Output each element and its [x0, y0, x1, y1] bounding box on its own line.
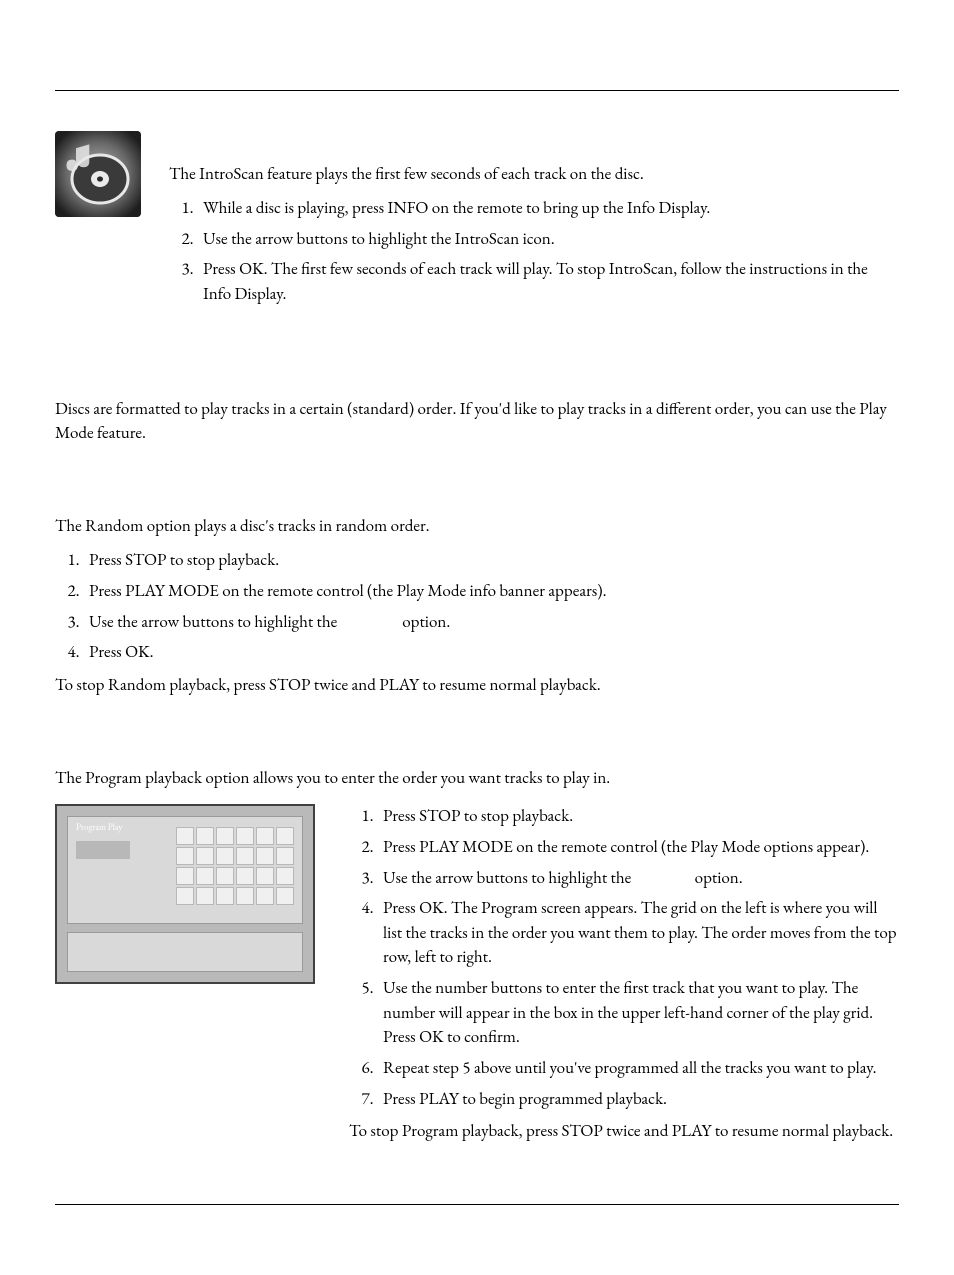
- list-item: Press OK. The Program screen appears. Th…: [377, 896, 899, 970]
- program-grid: [176, 827, 294, 905]
- list-item: Press PLAY to begin programmed playback.: [377, 1087, 899, 1112]
- list-item: Press STOP to stop playback.: [377, 804, 899, 829]
- step-text: option.: [399, 611, 450, 633]
- introscan-steps: While a disc is playing, press INFO on t…: [169, 196, 899, 307]
- list-item: Press PLAY MODE on the remote control (t…: [377, 835, 899, 860]
- list-item: Use the number buttons to enter the firs…: [377, 976, 899, 1050]
- step-text: Use the arrow buttons to highlight the: [89, 611, 341, 633]
- program-block: Program Play: [55, 804, 899, 1144]
- list-item: Press OK.: [83, 640, 899, 665]
- introscan-disc-icon: [55, 131, 141, 217]
- page: Playing Discs IntroSca: [0, 0, 954, 1275]
- random-heading: Random Playback: [55, 484, 899, 508]
- random-intro: The Random option plays a disc's tracks …: [55, 514, 899, 539]
- list-item: Use the arrow buttons to highlight the I…: [197, 227, 899, 252]
- random-outro: To stop Random playback, press STOP twic…: [55, 673, 899, 698]
- playmode-intro: Discs are formatted to play tracks in a …: [55, 397, 899, 446]
- introscan-lede: The IntroScan feature plays the first fe…: [169, 163, 899, 186]
- step-text: Use the arrow buttons to highlight the: [383, 867, 635, 889]
- bottom-rule: [55, 1204, 899, 1205]
- random-steps: Press STOP to stop playback. Press PLAY …: [55, 548, 899, 665]
- hidden-word: Program: [635, 867, 692, 889]
- program-grid-label: Program Play: [76, 821, 122, 833]
- playmode-heading: Using the Play Mode Feature: [55, 363, 899, 391]
- step-text: option.: [691, 867, 742, 889]
- list-item: Repeat step 5 above until you've program…: [377, 1056, 899, 1081]
- running-head: Playing Discs: [55, 60, 899, 82]
- program-fig-button: [76, 943, 145, 957]
- program-button-panel: [67, 932, 303, 972]
- program-outro: To stop Program playback, press STOP twi…: [349, 1119, 899, 1144]
- program-highlight-cell: [76, 841, 130, 859]
- footer-chapter: Chapter 3: [55, 1213, 117, 1234]
- list-item: Use the arrow buttons to highlight the P…: [377, 866, 899, 891]
- list-item: Press OK. The first few seconds of each …: [197, 257, 899, 306]
- list-item: Press PLAY MODE on the remote control (t…: [83, 579, 899, 604]
- top-rule: [55, 90, 899, 91]
- footer-page: 41: [883, 1213, 899, 1234]
- introscan-text: IntroScan The IntroScan feature plays th…: [169, 131, 899, 313]
- list-item: Use the arrow buttons to highlight the R…: [83, 610, 899, 635]
- program-fig-button: [225, 943, 294, 957]
- program-intro: The Program playback option allows you t…: [55, 766, 899, 791]
- list-item: Press STOP to stop playback.: [83, 548, 899, 573]
- program-fig-button: [151, 943, 220, 957]
- introscan-block: IntroScan The IntroScan feature plays th…: [55, 131, 899, 313]
- program-grid-panel: Program Play: [67, 816, 303, 924]
- program-steps: Press STOP to stop playback. Press PLAY …: [349, 804, 899, 1111]
- program-text: Press STOP to stop playback. Press PLAY …: [349, 804, 899, 1144]
- introscan-heading: IntroScan: [169, 131, 899, 155]
- program-heading: Program Playback: [55, 736, 899, 760]
- hidden-word: Random: [341, 611, 399, 633]
- program-figure: Program Play: [55, 804, 315, 984]
- footer: Chapter 3 41: [55, 1213, 899, 1235]
- list-item: While a disc is playing, press INFO on t…: [197, 196, 899, 221]
